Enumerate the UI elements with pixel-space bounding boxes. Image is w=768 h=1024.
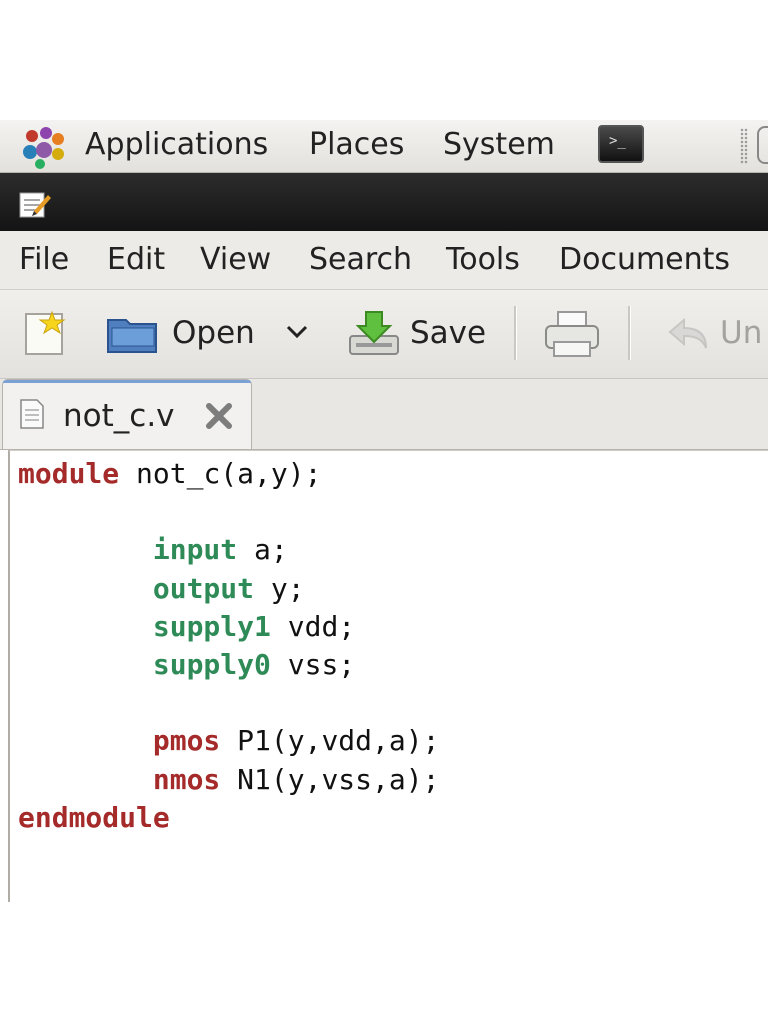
code-text: P1(y,vdd,a); [220, 724, 440, 758]
code-text: vss; [270, 648, 356, 681]
code-editor[interactable]: module not_c(a,y); input a; output y; su… [8, 450, 768, 902]
chevron-down-icon[interactable] [284, 322, 310, 342]
undo-icon [668, 317, 707, 349]
save-download-icon [349, 311, 399, 355]
menu-edit[interactable]: Edit [107, 240, 165, 280]
save-button[interactable]: Save [346, 304, 496, 362]
folder-icon [107, 319, 157, 353]
code-line: supply0 vss; [18, 646, 355, 684]
text-editor-icon [19, 192, 51, 218]
toolbar-separator [628, 306, 631, 360]
tab-filename: not_c.v [63, 398, 175, 434]
code-text: not_c(a,y); [119, 457, 322, 490]
menu-documents[interactable]: Documents [559, 240, 730, 280]
code-line: pmos P1(y,vdd,a); [18, 722, 440, 760]
code-text: a; [237, 533, 288, 567]
gnome-foot-icon[interactable] [18, 126, 70, 170]
window-titlebar[interactable] [0, 173, 768, 231]
menu-tools[interactable]: Tools [446, 240, 520, 280]
save-label: Save [410, 315, 487, 351]
code-line: nmos N1(y,vss,a); [18, 761, 440, 799]
code-line: supply1 vdd; [18, 608, 355, 646]
panel-applet-edge [757, 126, 768, 164]
code-text: N1(y,vss,a); [220, 762, 440, 796]
new-document-icon[interactable] [22, 308, 70, 358]
open-button[interactable]: Open [104, 304, 264, 362]
toolbar: Open Save Un [0, 290, 768, 379]
code-keyword: supply1 [152, 609, 271, 643]
code-keyword: input [152, 533, 238, 567]
menu-file[interactable]: File [19, 240, 69, 280]
open-label: Open [172, 315, 255, 351]
document-icon [20, 399, 44, 429]
code-line: output y; [18, 570, 305, 608]
code-line: module not_c(a,y); [18, 455, 321, 493]
menu-view[interactable]: View [200, 240, 271, 280]
places-menu[interactable]: Places [309, 125, 404, 165]
system-menu[interactable]: System [443, 125, 555, 165]
tab-not-c-v[interactable]: not_c.v [2, 379, 252, 449]
undo-label: Un [720, 315, 763, 351]
document-tab-strip: not_c.v [0, 379, 768, 450]
code-keyword: nmos [152, 762, 221, 796]
code-line: input a; [18, 531, 288, 569]
toolbar-separator [514, 306, 517, 360]
menu-search[interactable]: Search [309, 240, 412, 280]
code-text: vdd; [270, 609, 356, 643]
print-icon[interactable] [544, 310, 600, 360]
undo-button[interactable]: Un [664, 304, 768, 362]
menubar: File Edit View Search Tools Documents [0, 231, 768, 290]
panel-drag-handle[interactable] [740, 128, 748, 164]
terminal-icon[interactable]: >_ [598, 125, 644, 163]
code-keyword: pmos [152, 724, 221, 758]
code-keyword: module [18, 457, 120, 490]
code-text: y; [254, 571, 305, 605]
code-line: endmodule [18, 799, 170, 837]
code-keyword: endmodule [18, 800, 170, 834]
close-icon[interactable] [203, 400, 235, 432]
code-keyword: output [152, 571, 255, 605]
applications-menu[interactable]: Applications [85, 125, 268, 165]
code-keyword: supply0 [152, 648, 271, 681]
top-panel: Applications Places System >_ [0, 120, 768, 173]
